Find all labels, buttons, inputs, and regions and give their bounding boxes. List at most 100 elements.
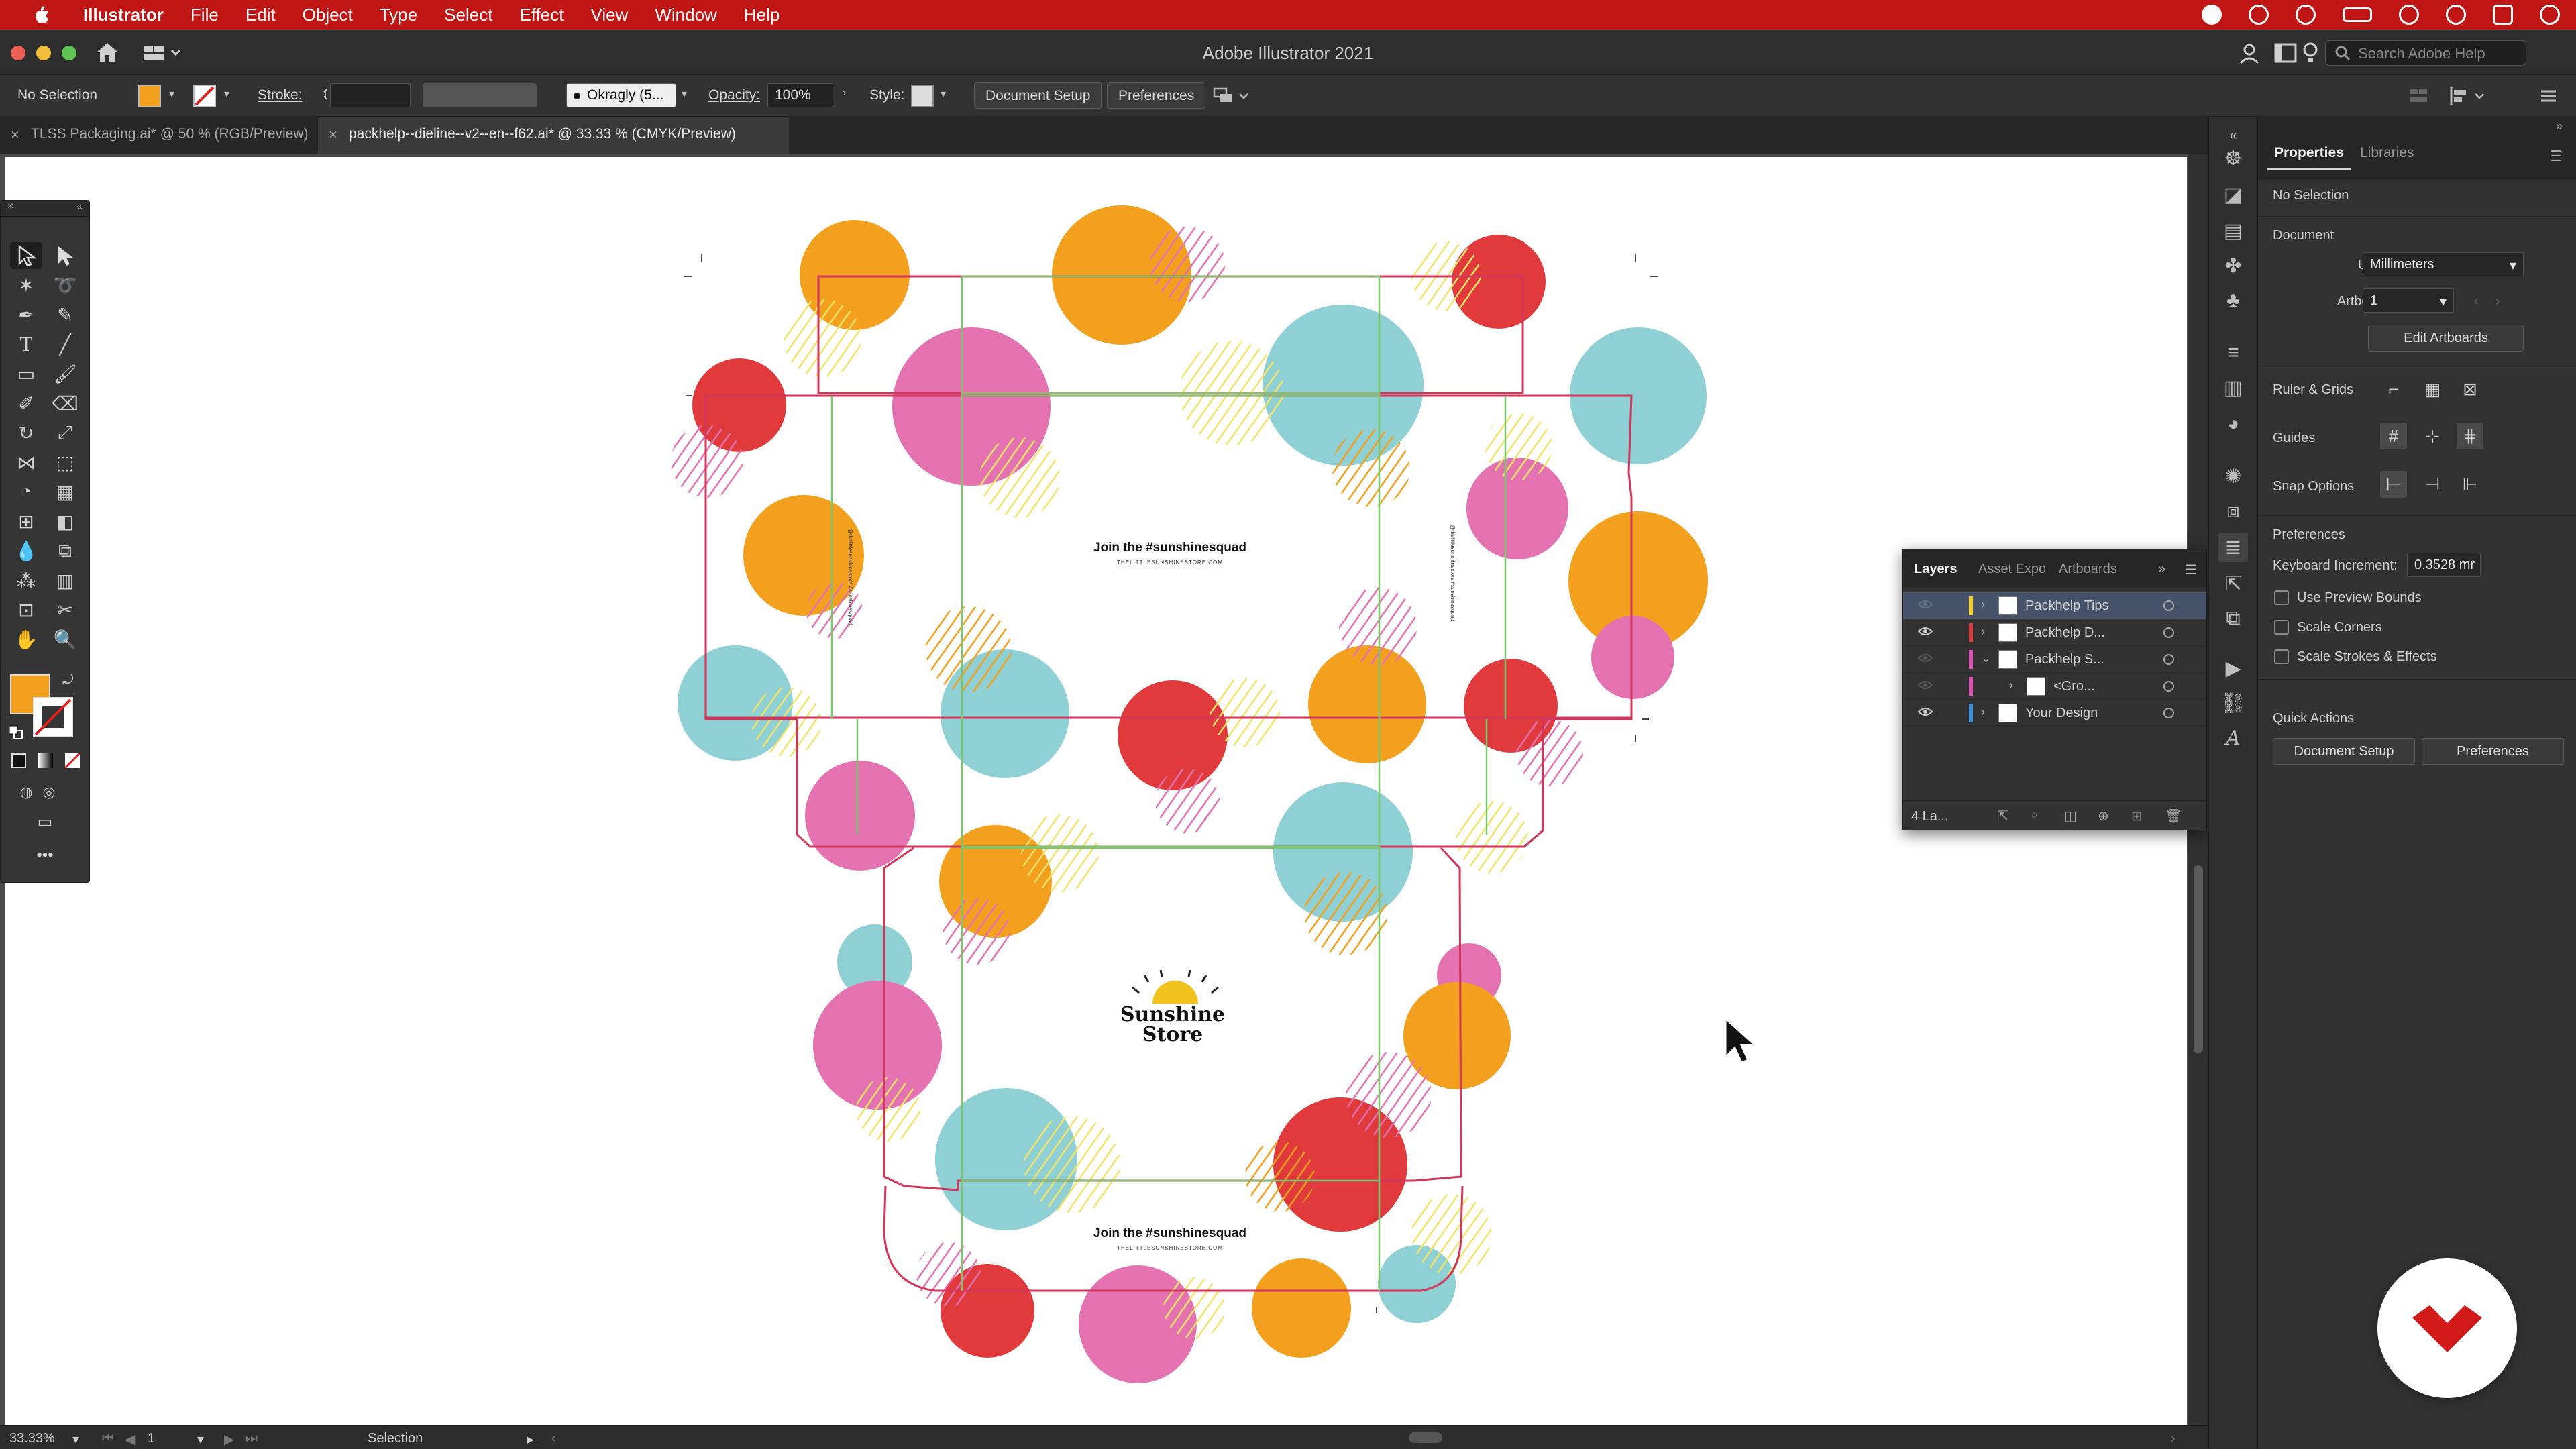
grid-icon[interactable]: ▦: [2419, 376, 2446, 402]
units-select[interactable]: Millimeters ▾: [2363, 252, 2524, 276]
tab-properties[interactable]: Properties: [2267, 138, 2351, 170]
rectangle-tool-icon[interactable]: ▭: [10, 360, 42, 387]
lock-guides-icon[interactable]: ⊹: [2419, 423, 2446, 449]
color-guide-icon[interactable]: ☸: [2218, 144, 2248, 173]
artboard-select[interactable]: 1 ▾: [2363, 288, 2454, 313]
next-artboard-icon[interactable]: ▶: [224, 1431, 234, 1448]
symbol-sprayer-tool-icon[interactable]: ⁂: [10, 567, 42, 594]
color-mode-icon[interactable]: [11, 753, 26, 768]
stroke-weight-stepper[interactable]: ⇕: [314, 83, 327, 107]
next-artboard-icon[interactable]: ›: [2496, 294, 2500, 309]
menu-select[interactable]: Select: [431, 5, 506, 25]
graphic-style-swatch[interactable]: [911, 85, 934, 107]
wifi-icon[interactable]: [2399, 5, 2419, 25]
stroke-color-swatch[interactable]: [193, 85, 216, 107]
smart-guides-icon[interactable]: ⋕: [2457, 423, 2483, 449]
previous-artboard-icon[interactable]: ‹: [2474, 294, 2479, 309]
panel-menu-icon[interactable]: ☰: [2185, 561, 2197, 578]
width-tool-icon[interactable]: ⋈: [10, 449, 42, 476]
arrange-documents-icon[interactable]: [2274, 43, 2297, 63]
preferences-button[interactable]: Preferences: [1107, 82, 1206, 109]
brush-dropdown-chevron-icon[interactable]: ▾: [682, 87, 694, 100]
edit-artboards-button[interactable]: Edit Artboards: [2368, 325, 2524, 352]
screen-mode-icon[interactable]: ▭: [29, 808, 61, 835]
menu-window[interactable]: Window: [641, 5, 730, 25]
pen-tool-icon[interactable]: ✒: [10, 301, 42, 328]
chevron-right-icon[interactable]: ›: [1981, 705, 1985, 719]
transparency-grid-icon[interactable]: ⊠: [2457, 376, 2483, 402]
tools-panel-header[interactable]: × «: [1, 201, 89, 217]
siri-icon[interactable]: [2540, 5, 2560, 25]
brightness-icon[interactable]: [2296, 5, 2316, 25]
export-layer-icon[interactable]: ⇱: [1997, 808, 2008, 824]
draw-behind-icon[interactable]: ◎: [33, 779, 65, 806]
layer-row[interactable]: › Packhelp D...: [1903, 619, 2206, 646]
shape-builder-tool-icon[interactable]: ◔: [10, 478, 42, 505]
layer-target-icon[interactable]: [2163, 627, 2174, 638]
eraser-tool-icon[interactable]: ⌫: [49, 390, 81, 417]
scale-corners-checkbox[interactable]: [2274, 620, 2289, 635]
mesh-tool-icon[interactable]: ⊞: [10, 508, 42, 535]
menu-object[interactable]: Object: [289, 5, 366, 25]
edit-toolbar-more-icon[interactable]: •••: [29, 842, 61, 869]
layer-target-icon[interactable]: [2163, 600, 2174, 611]
zoom-tool-icon[interactable]: 🔍: [49, 626, 81, 653]
shaper-tool-icon[interactable]: ✐: [10, 390, 42, 417]
lasso-tool-icon[interactable]: ➰: [49, 272, 81, 299]
stroke-weight-field[interactable]: [330, 83, 411, 107]
quick-action-document-setup-button[interactable]: Document Setup: [2273, 738, 2415, 765]
variable-width-profile[interactable]: [423, 83, 537, 107]
menu-help[interactable]: Help: [731, 5, 793, 25]
document-setup-button[interactable]: Document Setup: [974, 82, 1102, 109]
first-artboard-icon[interactable]: ⏮: [102, 1431, 114, 1446]
tab-packhelp-dieline[interactable]: × packhelp--dieline--v2--en--f62.ai* @ 3…: [318, 117, 789, 154]
asset-export-panel-icon[interactable]: ⇱: [2218, 569, 2248, 598]
eye-icon[interactable]: [1917, 626, 1933, 639]
tab-asset-export[interactable]: Asset Expo: [1978, 561, 2045, 577]
curvature-tool-icon[interactable]: ✎: [49, 301, 81, 328]
artboard[interactable]: Join the #sunshinesquad THELITTLESUNSHIN…: [5, 157, 2187, 1426]
eyedropper-tool-icon[interactable]: 💧: [10, 537, 42, 564]
panel-expand-icon[interactable]: »: [2158, 561, 2165, 577]
menu-type[interactable]: Type: [366, 5, 431, 25]
gradient-mode-icon[interactable]: [38, 753, 53, 768]
collapse-properties-icon[interactable]: »: [2556, 119, 2563, 133]
zoom-dropdown-chevron-icon[interactable]: ▾: [72, 1431, 79, 1448]
status-menu-arrow-icon[interactable]: ▸: [527, 1431, 534, 1448]
layer-target-icon[interactable]: [2163, 708, 2174, 718]
type-tool-icon[interactable]: T: [10, 331, 42, 358]
character-panel-icon[interactable]: A: [2218, 723, 2248, 753]
line-segment-tool-icon[interactable]: ╱: [49, 331, 81, 358]
direct-selection-tool-icon[interactable]: [49, 242, 81, 269]
rotate-tool-icon[interactable]: ↻: [10, 419, 42, 446]
previous-artboard-icon[interactable]: ◀: [125, 1431, 135, 1448]
layer-row[interactable]: › Your Design: [1903, 700, 2206, 727]
gradient-tool-icon[interactable]: ◧: [49, 508, 81, 535]
close-tab-icon[interactable]: ×: [329, 126, 337, 144]
default-fill-stroke-icon[interactable]: [9, 725, 23, 740]
zoom-level[interactable]: 33.33%: [9, 1431, 55, 1446]
snap-to-point-icon[interactable]: ⊢: [2380, 471, 2407, 498]
discover-icon[interactable]: [2302, 42, 2318, 64]
properties-menu-icon[interactable]: ☰: [2549, 148, 2563, 165]
use-preview-bounds-checkbox[interactable]: [2274, 590, 2289, 605]
appearance-panel-icon[interactable]: ✺: [2218, 462, 2248, 491]
new-sublayer-icon[interactable]: ⊕: [2098, 808, 2109, 824]
battery-icon[interactable]: [2343, 7, 2372, 22]
free-transform-tool-icon[interactable]: ⬚: [49, 449, 81, 476]
layer-row[interactable]: ⌄ Packhelp S...: [1903, 646, 2206, 673]
snap-to-pixel-icon[interactable]: ⊣: [2419, 471, 2446, 498]
blend-tool-icon[interactable]: ⧉: [49, 537, 81, 564]
layer-row[interactable]: › Packhelp Tips: [1903, 592, 2206, 619]
stroke-dropdown-chevron-icon[interactable]: ▾: [224, 87, 236, 100]
snap-to-glyph-icon[interactable]: ⊩: [2457, 471, 2483, 498]
hand-tool-icon[interactable]: ✋: [10, 626, 42, 653]
close-tab-icon[interactable]: ×: [11, 126, 19, 144]
layer-name[interactable]: Packhelp D...: [2025, 625, 2105, 641]
links-panel-icon[interactable]: ⛓: [2218, 688, 2248, 718]
swap-fill-stroke-icon[interactable]: ⤾: [62, 673, 74, 688]
clipping-mask-icon[interactable]: ◫: [2064, 808, 2077, 824]
stroke-panel-icon[interactable]: ≡: [2218, 338, 2248, 368]
selection-tool-icon[interactable]: [10, 242, 42, 269]
share-icon[interactable]: [2238, 42, 2261, 64]
